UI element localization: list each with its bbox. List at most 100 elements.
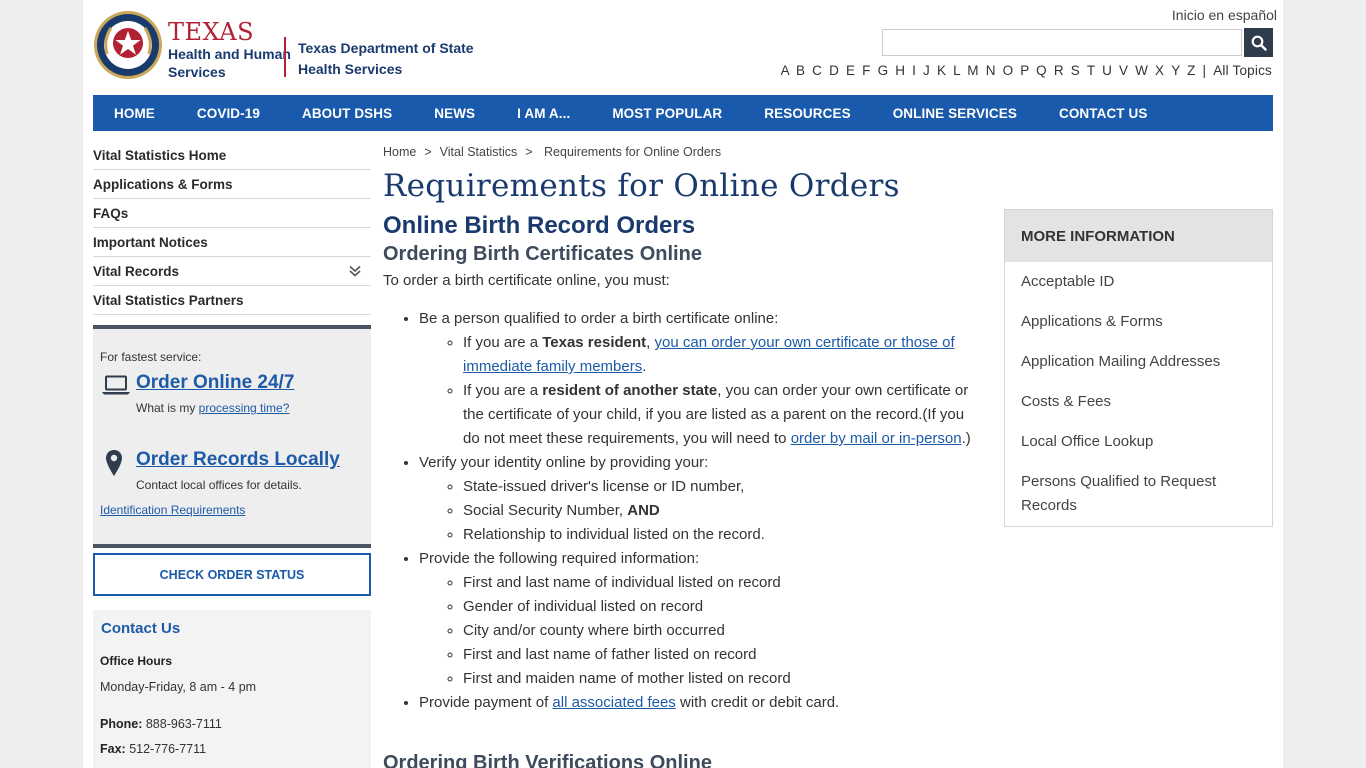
az-index: A B C D E F G H I J K L M N O P Q R S T … (778, 63, 1272, 78)
more-info-persons-qualified[interactable]: Persons Qualified to Request Records (1021, 470, 1256, 534)
hhs-seal-logo[interactable] (93, 10, 163, 80)
processing-prefix: What is my (136, 401, 199, 415)
list-item: If you are a resident of another state, … (463, 379, 983, 451)
intro-text: To order a birth certificate online, you… (383, 272, 670, 289)
map-pin-icon (106, 450, 122, 476)
az-letter[interactable]: R (1054, 63, 1064, 78)
breadcrumb-home[interactable]: Home (383, 145, 416, 159)
az-letter[interactable]: F (862, 63, 870, 78)
breadcrumb: Home > Vital Statistics > Requirements for … (383, 145, 721, 159)
contact-us-box: Contact Us Office Hours Monday-Friday, 8… (93, 610, 371, 768)
more-info-applications-forms[interactable]: Applications & Forms (1021, 310, 1256, 350)
texas-resident-bold: Texas resident (542, 334, 647, 351)
az-letter[interactable]: C (812, 63, 822, 78)
payment-end: with credit or debit card. (675, 694, 840, 711)
az-letter[interactable]: Q (1036, 63, 1047, 78)
az-letter[interactable]: B (796, 63, 805, 78)
az-letter[interactable]: J (923, 63, 930, 78)
list-item: First and maiden name of mother listed o… (463, 667, 983, 691)
az-letter[interactable]: V (1119, 63, 1128, 78)
other-state-bold: resident of another state (542, 382, 718, 399)
subsection-heading: Ordering Birth Certificates Online (383, 243, 702, 265)
az-letter[interactable]: I (912, 63, 916, 78)
nav-home[interactable]: HOME (93, 106, 176, 121)
list-item: Be a person qualified to order a birth c… (419, 307, 983, 451)
more-info-acceptable-id[interactable]: Acceptable ID (1021, 270, 1256, 310)
sidebar-item-label: Important Notices (93, 234, 208, 250)
contact-local-offices-text: Contact local offices for details. (136, 478, 302, 492)
az-letter[interactable]: M (967, 63, 978, 78)
requirements-list: Be a person qualified to order a birth c… (383, 307, 983, 715)
breadcrumb-vital-statistics[interactable]: Vital Statistics (440, 145, 518, 159)
az-letter[interactable]: L (953, 63, 960, 78)
az-letter[interactable]: W (1135, 63, 1148, 78)
sidebar-item-vital-records[interactable]: Vital Records (93, 257, 371, 286)
sidebar-item-label: Vital Statistics Partners (93, 292, 244, 308)
breadcrumb-separator: > (424, 145, 432, 159)
nav-about-dshs[interactable]: ABOUT DSHS (281, 106, 413, 121)
order-online-link[interactable]: Order Online 24/7 (136, 372, 294, 394)
az-letter[interactable]: A (781, 63, 789, 78)
order-locally-link[interactable]: Order Records Locally (136, 449, 340, 471)
sidebar-item-label: FAQs (93, 205, 129, 221)
az-letter[interactable]: G (878, 63, 889, 78)
fax-number: 512-776-7711 (129, 742, 207, 756)
phone-number[interactable]: 888-963-7111 (146, 717, 222, 731)
sidebar-item-important-notices[interactable]: Important Notices (93, 228, 371, 257)
dshs-wordmark[interactable]: Texas Department of State Health Service… (298, 38, 474, 80)
az-letter[interactable]: H (895, 63, 905, 78)
az-letter[interactable]: X (1155, 63, 1164, 78)
az-letter[interactable]: K (937, 63, 946, 78)
sidebar-item-applications-forms[interactable]: Applications & Forms (93, 170, 371, 199)
all-topics-link[interactable]: All Topics (1213, 63, 1272, 78)
az-letter[interactable]: D (829, 63, 839, 78)
nav-most-popular[interactable]: MOST POPULAR (591, 106, 743, 121)
list-item: Gender of individual listed on record (463, 595, 983, 619)
list-item: Provide payment of all associated fees w… (419, 691, 983, 715)
az-letter[interactable]: O (1003, 63, 1014, 78)
processing-time-link[interactable]: processing time? (199, 401, 290, 415)
page-title: Requirements for Online Orders (383, 168, 900, 204)
nav-news[interactable]: NEWS (413, 106, 496, 121)
az-letter[interactable]: P (1020, 63, 1029, 78)
more-info-costs-fees[interactable]: Costs & Fees (1021, 390, 1256, 430)
search-icon (1251, 35, 1267, 51)
az-letter[interactable]: E (846, 63, 855, 78)
other-state-end: .) (961, 430, 971, 447)
sidebar-item-faqs[interactable]: FAQs (93, 199, 371, 228)
laptop-icon (102, 375, 130, 395)
search-button[interactable] (1244, 28, 1273, 57)
search-input[interactable] (882, 29, 1242, 56)
az-separator: | (1202, 63, 1207, 78)
az-letter[interactable]: Z (1187, 63, 1195, 78)
contact-us-title: Contact Us (101, 620, 181, 637)
check-order-status-button[interactable]: CHECK ORDER STATUS (93, 553, 371, 596)
more-info-local-office-lookup[interactable]: Local Office Lookup (1021, 430, 1256, 470)
mail-in-person-link[interactable]: order by mail or in-person (791, 430, 962, 447)
nav-online-services[interactable]: ONLINE SERVICES (872, 106, 1038, 121)
espanol-link[interactable]: Inicio en español (1172, 7, 1277, 23)
az-letter[interactable]: S (1071, 63, 1080, 78)
az-letter[interactable]: T (1087, 63, 1095, 78)
nav-covid-19[interactable]: COVID-19 (176, 106, 281, 121)
hhs-wordmark: TEXAS Health and Human Services (168, 20, 291, 80)
order-options-box: For fastest service: Order Online 24/7 W… (93, 325, 371, 548)
az-letter[interactable]: U (1102, 63, 1112, 78)
sidebar-item-vital-statistics-home[interactable]: Vital Statistics Home (93, 141, 371, 170)
nav-resources[interactable]: RESOURCES (743, 106, 871, 121)
nav-contact-us[interactable]: CONTACT US (1038, 106, 1169, 121)
double-chevron-down-icon[interactable] (349, 265, 361, 277)
list-item: Relationship to individual listed on the… (463, 523, 983, 547)
sidebar-item-label: Vital Records (93, 263, 180, 279)
more-info-mailing-addresses[interactable]: Application Mailing Addresses (1021, 350, 1256, 390)
identification-requirements-link[interactable]: Identification Requirements (100, 503, 245, 517)
az-letter[interactable]: N (986, 63, 996, 78)
breadcrumb-separator: > (525, 145, 533, 159)
sidebar-item-vital-statistics-partners[interactable]: Vital Statistics Partners (93, 286, 371, 315)
main-nav: HOME COVID-19 ABOUT DSHS NEWS I AM A... … (93, 95, 1273, 131)
nav-i-am-a[interactable]: I AM A... (496, 106, 591, 121)
associated-fees-link[interactable]: all associated fees (552, 694, 675, 711)
hhs-title: TEXAS (168, 18, 255, 46)
az-letter[interactable]: Y (1171, 63, 1180, 78)
list-item: First and last name of individual listed… (463, 571, 983, 595)
